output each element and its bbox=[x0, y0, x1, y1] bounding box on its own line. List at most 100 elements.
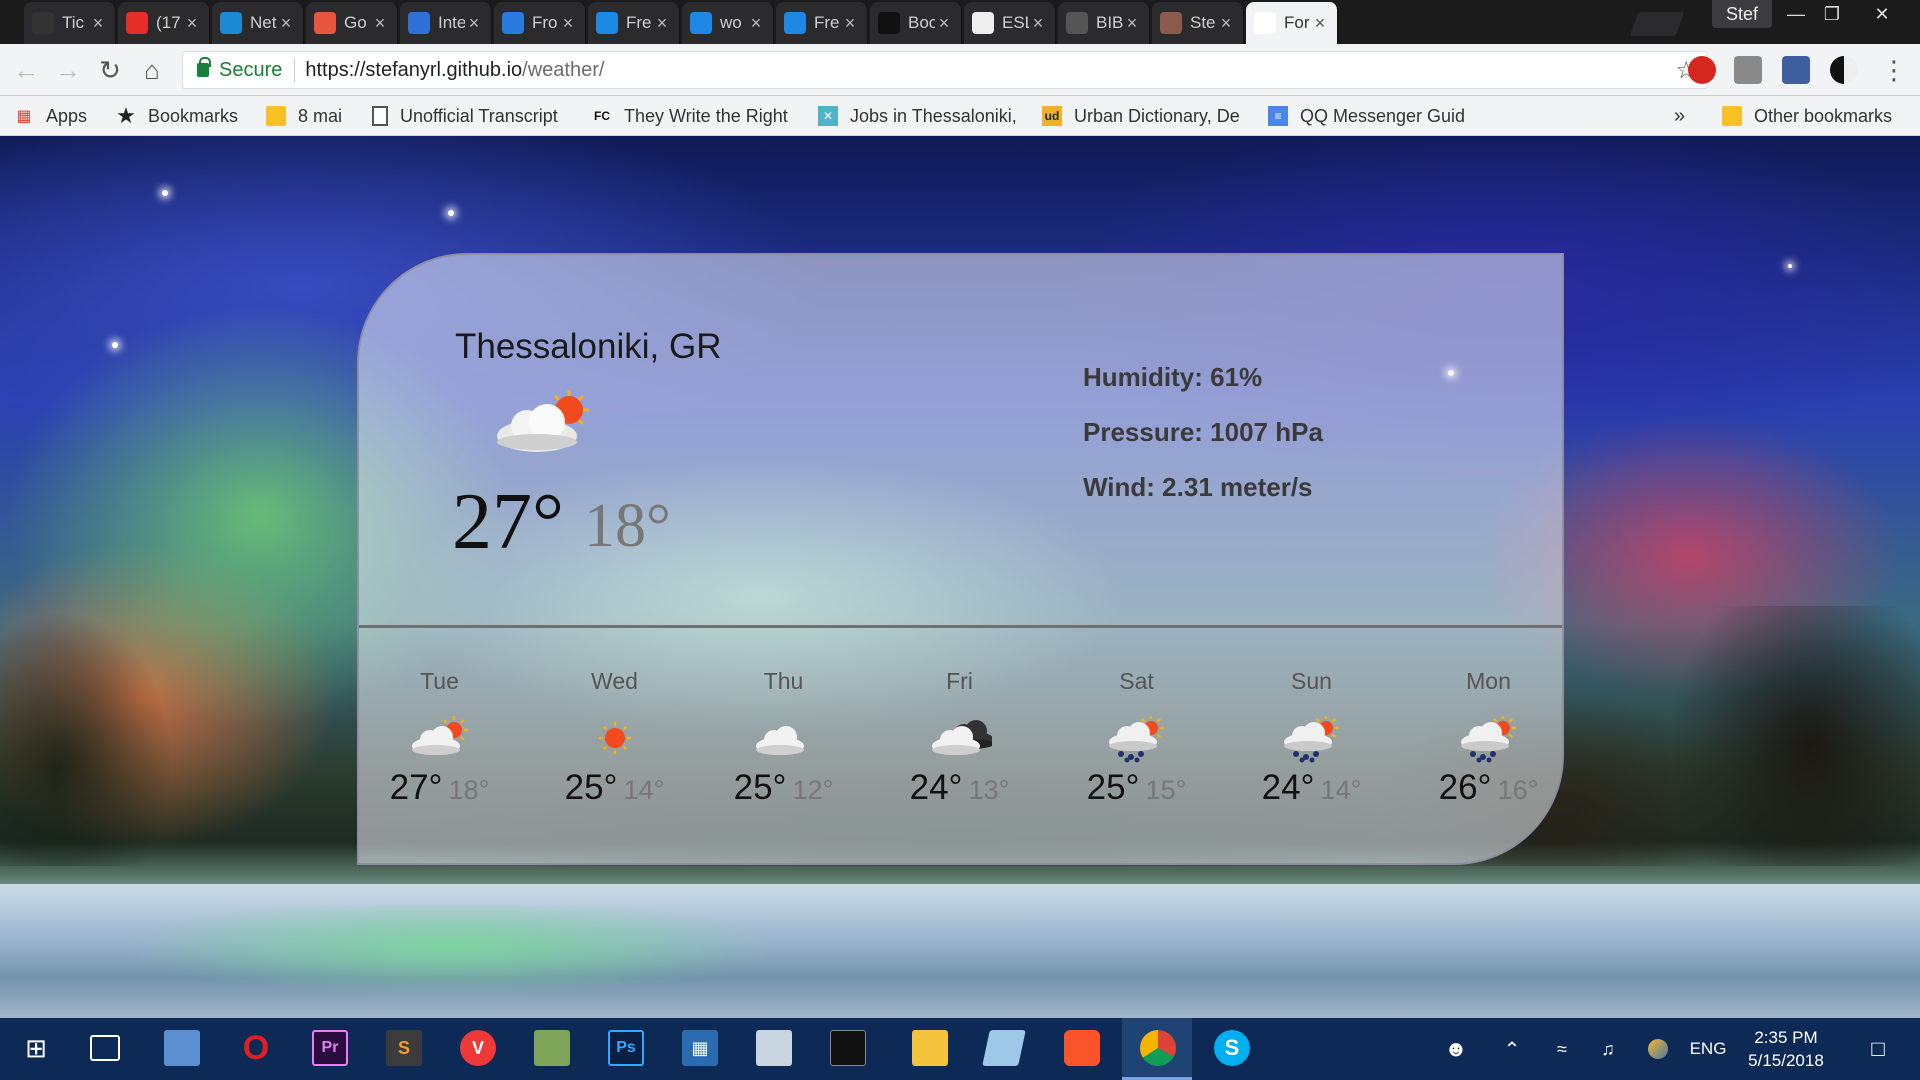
close-tab-icon[interactable]: × bbox=[841, 13, 859, 34]
close-tab-icon[interactable]: × bbox=[935, 13, 953, 34]
tab-title: Fro bbox=[532, 13, 558, 32]
tab-title: (17 bbox=[156, 13, 181, 32]
profile-button[interactable]: Stef bbox=[1712, 0, 1773, 28]
bookmark-urban-dictionary[interactable]: ud Urban Dictionary, De bbox=[1042, 96, 1248, 136]
bookmark-unofficial-transcript[interactable]: Unofficial Transcript bbox=[372, 96, 572, 136]
bookmark-other-bookmarks[interactable]: Other bookmarks bbox=[1722, 96, 1892, 136]
notifications-icon[interactable]: □ bbox=[1858, 1018, 1898, 1080]
opera-icon[interactable]: O bbox=[238, 1029, 274, 1067]
close-tab-icon[interactable]: × bbox=[89, 13, 107, 34]
browser-tab[interactable]: (17 × bbox=[118, 2, 210, 44]
close-window-icon[interactable]: ✕ bbox=[1864, 0, 1900, 28]
task-view-icon[interactable] bbox=[90, 1035, 120, 1061]
bookmark-apps[interactable]: ▦ Apps bbox=[14, 96, 87, 136]
youtube-icon bbox=[126, 12, 148, 34]
bookmark-they-write-the-right[interactable]: FC They Write the Right bbox=[592, 96, 800, 136]
close-tab-icon[interactable]: × bbox=[559, 13, 577, 34]
forecast-day-name: Mon bbox=[1466, 668, 1511, 694]
windows-start-icon[interactable]: ⊞ bbox=[18, 1030, 54, 1066]
forward-button[interactable]: → bbox=[52, 54, 84, 86]
tab-title: Boo bbox=[908, 13, 935, 32]
browser-tab[interactable]: wo × bbox=[682, 2, 774, 44]
close-tab-icon[interactable]: × bbox=[183, 13, 201, 34]
screen-tool-icon[interactable] bbox=[756, 1030, 792, 1066]
clock-time: 2:35 PM bbox=[1754, 1028, 1818, 1047]
vivaldi-icon[interactable]: V bbox=[460, 1030, 496, 1066]
reload-button[interactable]: ↻ bbox=[94, 54, 126, 86]
brave-icon[interactable] bbox=[1064, 1030, 1100, 1066]
sublime-text-icon[interactable]: S bbox=[386, 1030, 422, 1066]
rain-sun-icon bbox=[1457, 715, 1521, 763]
forecast-day-name: Thu bbox=[763, 668, 804, 694]
photoshop-icon[interactable]: Ps bbox=[608, 1030, 644, 1066]
forecast-row: Tue 27° 18° Wed 25° 14° Thu 25° 12° Fri 24° 13° Sat 2… bbox=[359, 630, 1562, 863]
forecast-day: Sun 24° 14° bbox=[1225, 630, 1398, 863]
minimize-icon[interactable]: — bbox=[1778, 0, 1814, 28]
browser-tab[interactable]: Go × bbox=[306, 2, 398, 44]
new-tab-button[interactable] bbox=[1629, 12, 1685, 36]
chrome-icon[interactable] bbox=[1140, 1030, 1176, 1066]
browser-tab[interactable]: Fre × bbox=[588, 2, 680, 44]
browser-tab[interactable]: Tic × bbox=[24, 2, 116, 44]
close-tab-icon[interactable]: × bbox=[371, 13, 389, 34]
ublock-extension-icon[interactable] bbox=[1688, 56, 1716, 84]
browser-tab[interactable]: Boo× bbox=[870, 2, 962, 44]
apps-grid-icon: ▦ bbox=[16, 108, 32, 125]
premiere-icon[interactable]: Pr bbox=[312, 1030, 348, 1066]
volume-icon[interactable]: ♫ bbox=[1592, 1018, 1624, 1080]
close-tab-icon[interactable]: × bbox=[277, 13, 295, 34]
app-window-icon[interactable]: ▦ bbox=[682, 1030, 718, 1066]
close-tab-icon[interactable]: × bbox=[1123, 13, 1141, 34]
close-tab-icon[interactable]: × bbox=[1217, 13, 1235, 34]
bookmark-8-mai[interactable]: 8 mai bbox=[266, 96, 356, 136]
close-tab-icon[interactable]: × bbox=[653, 13, 671, 34]
forecast-high-temp: 25° bbox=[733, 768, 787, 807]
restore-icon[interactable]: ❐ bbox=[1814, 0, 1850, 28]
file-explorer-icon[interactable] bbox=[912, 1030, 948, 1066]
chevron-up-icon[interactable]: ⌃ bbox=[1496, 1018, 1528, 1080]
close-tab-icon[interactable]: × bbox=[1029, 13, 1047, 34]
bookmark-jobs-in-thessaloniki[interactable]: ✕ Jobs in Thessaloniki, bbox=[818, 96, 1016, 136]
forecast-high-temp: 26° bbox=[1438, 768, 1492, 807]
forecast-day-name: Sat bbox=[1119, 668, 1154, 694]
bookmark-label: Bookmarks bbox=[148, 105, 239, 126]
wifi-icon[interactable]: ≈ bbox=[1546, 1018, 1578, 1080]
tab-title: wo bbox=[720, 13, 742, 32]
home-button[interactable]: ⌂ bbox=[136, 54, 168, 86]
people-icon[interactable]: ☻ bbox=[1438, 1018, 1474, 1080]
close-tab-icon[interactable]: × bbox=[1311, 13, 1329, 34]
browser-tab[interactable]: Fro × bbox=[494, 2, 586, 44]
menu-icon[interactable]: ⋮ bbox=[1878, 54, 1910, 86]
close-tab-icon[interactable]: × bbox=[465, 13, 483, 34]
skype-icon[interactable]: S bbox=[1214, 1030, 1250, 1066]
back-button[interactable]: ← bbox=[10, 54, 42, 86]
browser-tab[interactable]: BIB × bbox=[1058, 2, 1150, 44]
wind: Wind: 2.31 meter/s bbox=[1083, 472, 1313, 502]
browser-tab[interactable]: Inte × bbox=[400, 2, 492, 44]
dark-mode-extension-icon[interactable] bbox=[1830, 56, 1858, 84]
browser-tab[interactable]: For × bbox=[1246, 2, 1338, 44]
address-bar[interactable]: Secure https://stefanyrl.github.io/weath… bbox=[182, 51, 1708, 89]
taskbar-clock[interactable]: 2:35 PM 5/15/2018 bbox=[1730, 1026, 1842, 1072]
language-indicator[interactable]: ENG bbox=[1686, 1018, 1730, 1080]
terminal-icon[interactable] bbox=[830, 1030, 866, 1066]
browser-tab[interactable]: ESL× bbox=[964, 2, 1056, 44]
bookmark-bookmarks[interactable]: ★ Bookmarks bbox=[116, 96, 238, 136]
browser-tab[interactable]: Fre × bbox=[776, 2, 868, 44]
browser-tab[interactable]: Net × bbox=[212, 2, 304, 44]
bookmarks-overflow-button[interactable]: » bbox=[1674, 96, 1685, 136]
bookmark-label: They Write the Right bbox=[624, 105, 788, 126]
notes-icon[interactable] bbox=[982, 1030, 1026, 1066]
computer-icon[interactable] bbox=[164, 1030, 200, 1066]
weather-tray-icon[interactable] bbox=[1642, 1018, 1674, 1080]
u-extension-icon[interactable] bbox=[1782, 56, 1810, 84]
secure-label: Secure bbox=[219, 58, 296, 82]
bookmark-qq-messenger-guide[interactable]: ≡ QQ Messenger Guid bbox=[1268, 96, 1474, 136]
forecast-low-temp: 13° bbox=[968, 775, 1010, 805]
close-tab-icon[interactable]: × bbox=[747, 13, 765, 34]
fc-icon: FC bbox=[594, 109, 610, 123]
browser-tab[interactable]: Ste × bbox=[1152, 2, 1244, 44]
image-viewer-icon[interactable] bbox=[534, 1030, 570, 1066]
chat-extension-icon[interactable] bbox=[1734, 56, 1762, 84]
forecast-day-name: Wed bbox=[591, 668, 638, 694]
